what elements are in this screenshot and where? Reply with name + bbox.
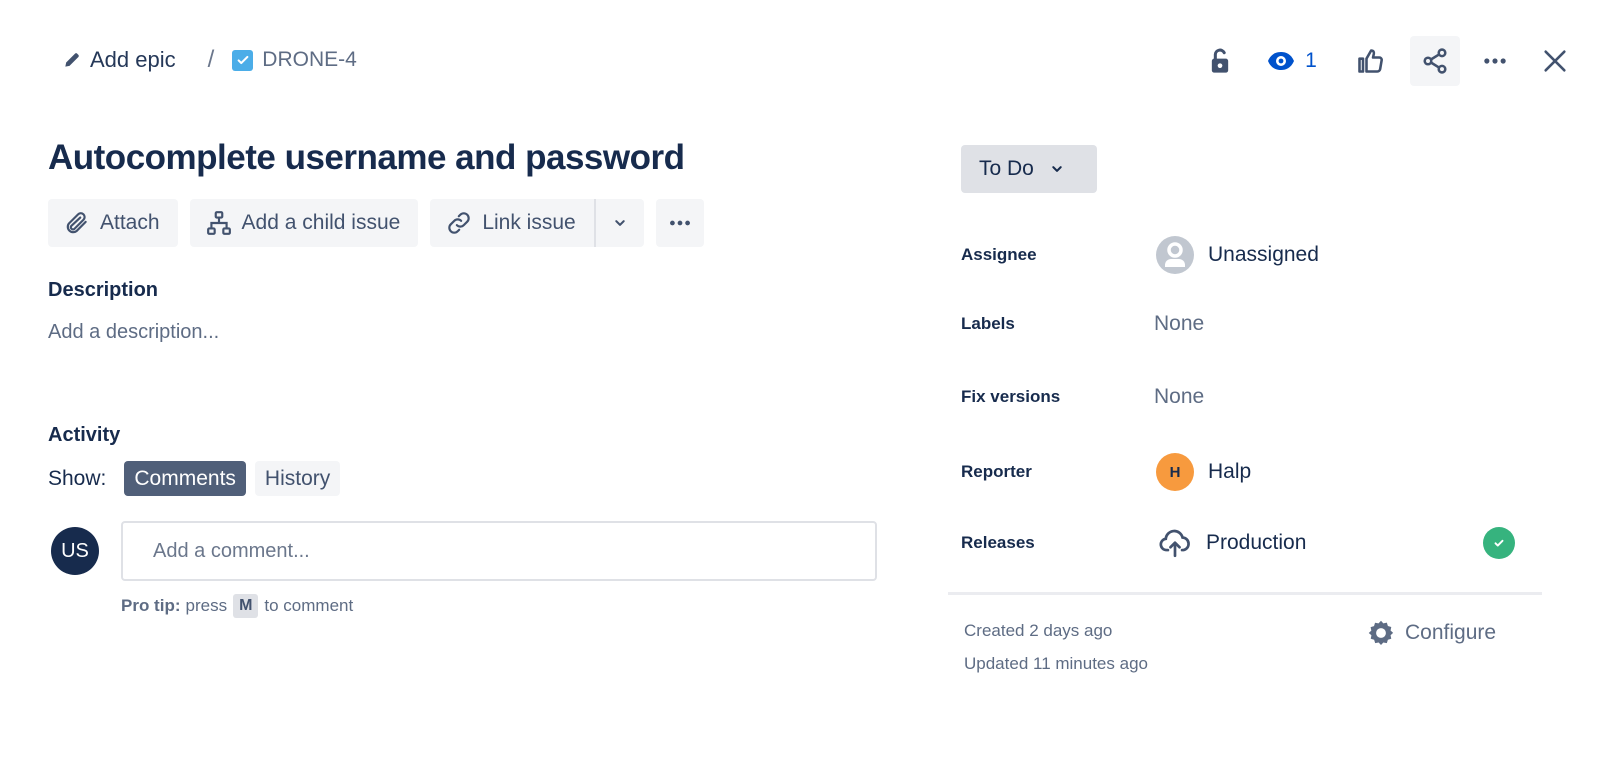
close-icon <box>1544 50 1566 72</box>
configure-label: Configure <box>1405 621 1497 644</box>
tab-history[interactable]: History <box>254 461 341 496</box>
comment-input[interactable] <box>121 521 877 581</box>
labels-label: Labels <box>961 314 1015 333</box>
show-label: Show: <box>48 466 107 490</box>
link-issue-button[interactable]: Link issue <box>430 199 593 247</box>
status-dropdown[interactable]: To Do <box>961 145 1097 193</box>
releases-label: Releases <box>961 533 1035 552</box>
activity-filter: Show: Comments History <box>48 461 341 496</box>
reporter-value[interactable]: H Halp <box>1154 453 1251 491</box>
pro-tip-label: Pro tip: <box>121 596 181 615</box>
configure-button[interactable]: Configure <box>1367 619 1496 647</box>
task-type-icon <box>232 49 254 71</box>
attach-button[interactable]: Attach <box>48 199 178 247</box>
reporter-label: Reporter <box>961 462 1032 481</box>
add-child-issue-label: Add a child issue <box>241 211 401 234</box>
more-horizontal-icon <box>1484 58 1506 64</box>
link-issue-split-button: Link issue <box>430 199 644 247</box>
fix-versions-value[interactable]: None <box>1154 385 1204 409</box>
field-fix-versions: Fix versions None <box>961 385 1521 409</box>
description-editor[interactable]: Add a description... <box>48 321 219 344</box>
issue-key-link[interactable]: DRONE-4 <box>232 48 357 72</box>
assignee-name: Unassigned <box>1208 243 1319 266</box>
fix-versions-label: Fix versions <box>961 387 1061 406</box>
cloud-upload-icon <box>1159 529 1190 558</box>
add-child-issue-button[interactable]: Add a child issue <box>189 199 419 247</box>
chevron-down-icon <box>614 220 625 226</box>
assignee-label: Assignee <box>961 245 1037 264</box>
breadcrumb-separator: / <box>207 46 215 73</box>
more-horizontal-icon <box>669 220 690 226</box>
issue-title[interactable]: Autocomplete username and password <box>48 138 685 178</box>
paperclip-icon <box>66 212 87 234</box>
pro-tip-suffix: to comment <box>264 596 354 615</box>
pro-tip-press: press <box>185 596 228 615</box>
share-icon <box>1423 48 1447 74</box>
created-timestamp: Created 2 days ago <box>964 621 1113 640</box>
reporter-avatar: H <box>1156 453 1194 491</box>
labels-value[interactable]: None <box>1154 312 1204 336</box>
tab-comments[interactable]: Comments <box>124 461 246 496</box>
more-issue-actions-button[interactable] <box>655 199 704 247</box>
releases-value[interactable]: Production <box>1154 526 1306 560</box>
share-button[interactable] <box>1410 36 1460 86</box>
eye-icon <box>1268 52 1295 70</box>
link-icon <box>448 212 471 234</box>
unlock-icon <box>1211 48 1229 73</box>
field-releases: Releases Production <box>961 526 1521 560</box>
breadcrumb: Add epic / DRONE-4 <box>62 44 357 76</box>
status-label: To Do <box>979 157 1034 180</box>
release-success-check-icon <box>1483 527 1515 559</box>
description-heading: Description <box>48 279 159 301</box>
more-actions-button[interactable] <box>1470 36 1520 86</box>
add-epic-label: Add epic <box>90 47 176 72</box>
pencil-icon <box>65 53 79 67</box>
issue-action-bar: Attach Add a child issue Link issue <box>48 199 704 247</box>
release-name: Production <box>1206 531 1307 554</box>
field-reporter: Reporter H Halp <box>961 453 1521 491</box>
vote-button[interactable] <box>1345 36 1395 86</box>
field-assignee: Assignee Unassigned <box>961 236 1521 274</box>
chevron-down-icon <box>1052 166 1062 172</box>
field-labels: Labels None <box>961 312 1521 336</box>
unassigned-avatar-icon <box>1156 236 1194 274</box>
close-button[interactable] <box>1530 36 1580 86</box>
current-user-avatar: US <box>51 527 99 575</box>
watch-count: 1 <box>1305 49 1317 72</box>
link-issue-dropdown[interactable] <box>596 199 644 247</box>
link-issue-label: Link issue <box>482 211 576 234</box>
assignee-value[interactable]: Unassigned <box>1154 236 1319 274</box>
watch-button[interactable]: 1 <box>1267 36 1317 86</box>
activity-heading: Activity <box>48 424 121 446</box>
hierarchy-icon <box>206 211 231 235</box>
attach-label: Attach <box>100 211 160 234</box>
issue-key-label: DRONE-4 <box>262 48 357 71</box>
header-actions: 1 <box>1195 36 1580 86</box>
panel-divider <box>948 592 1542 595</box>
pro-tip: Pro tip: press M to comment <box>121 594 353 618</box>
reporter-name: Halp <box>1208 460 1252 483</box>
add-epic-button[interactable]: Add epic <box>62 47 176 73</box>
gear-icon <box>1368 620 1394 646</box>
restrictions-button[interactable] <box>1195 36 1245 86</box>
thumbs-up-icon <box>1358 49 1383 73</box>
updated-timestamp: Updated 11 minutes ago <box>964 654 1148 673</box>
keyboard-shortcut-key: M <box>233 594 259 618</box>
